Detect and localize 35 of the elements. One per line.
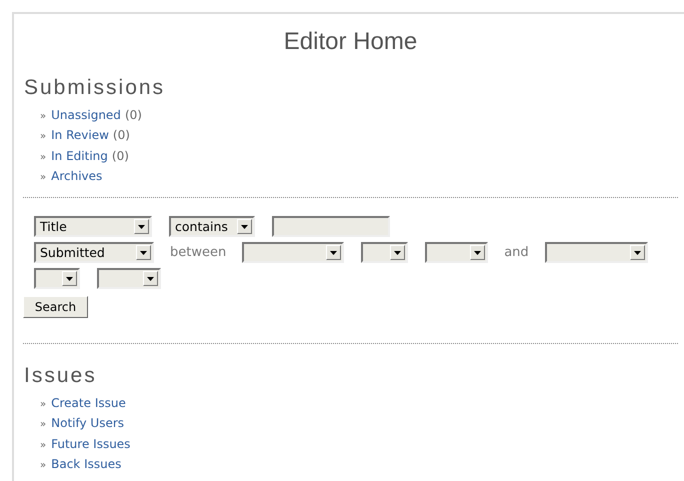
bullet-marker: » <box>40 172 46 183</box>
nav-link[interactable]: Create Issue <box>51 396 126 410</box>
nav-link[interactable]: Unassigned <box>51 108 121 122</box>
form-label: between <box>170 245 226 260</box>
dropdown[interactable]: Title <box>34 216 152 238</box>
bullet-marker: » <box>40 460 46 472</box>
bullet-marker: » <box>40 111 46 122</box>
item-count: (0) <box>112 148 129 163</box>
dropdown[interactable] <box>34 268 80 290</box>
dropdown[interactable] <box>361 242 408 264</box>
search-button[interactable]: Search <box>23 296 88 318</box>
dropdown[interactable]: contains <box>169 216 255 238</box>
page-title: Editor Home <box>282 28 418 56</box>
bullet-marker: » <box>40 152 46 163</box>
nav-link[interactable]: In Review <box>51 128 109 142</box>
dropdown[interactable] <box>425 242 488 264</box>
bullet-marker: » <box>40 440 46 451</box>
bullet-marker: » <box>40 399 46 410</box>
item-count: (0) <box>124 108 142 122</box>
item-count: (0) <box>112 128 130 142</box>
bullet-marker: » <box>40 419 46 430</box>
nav-link[interactable]: Back Issues <box>51 457 122 472</box>
bullet-marker: » <box>40 131 46 142</box>
form-label: and <box>504 245 529 260</box>
dropdown[interactable]: Submitted <box>34 242 154 264</box>
nav-link[interactable]: Archives <box>51 168 102 183</box>
nav-link[interactable]: Notify Users <box>51 416 124 430</box>
nav-link[interactable]: Future Issues <box>51 436 130 451</box>
dropdown[interactable] <box>544 242 648 264</box>
section-heading: Issues <box>24 364 98 388</box>
dropdown[interactable] <box>97 268 161 290</box>
nav-link[interactable]: In Editing <box>51 148 108 163</box>
dropdown[interactable] <box>242 242 344 264</box>
input-field[interactable] <box>272 216 390 238</box>
section-heading: Submissions <box>24 76 166 100</box>
